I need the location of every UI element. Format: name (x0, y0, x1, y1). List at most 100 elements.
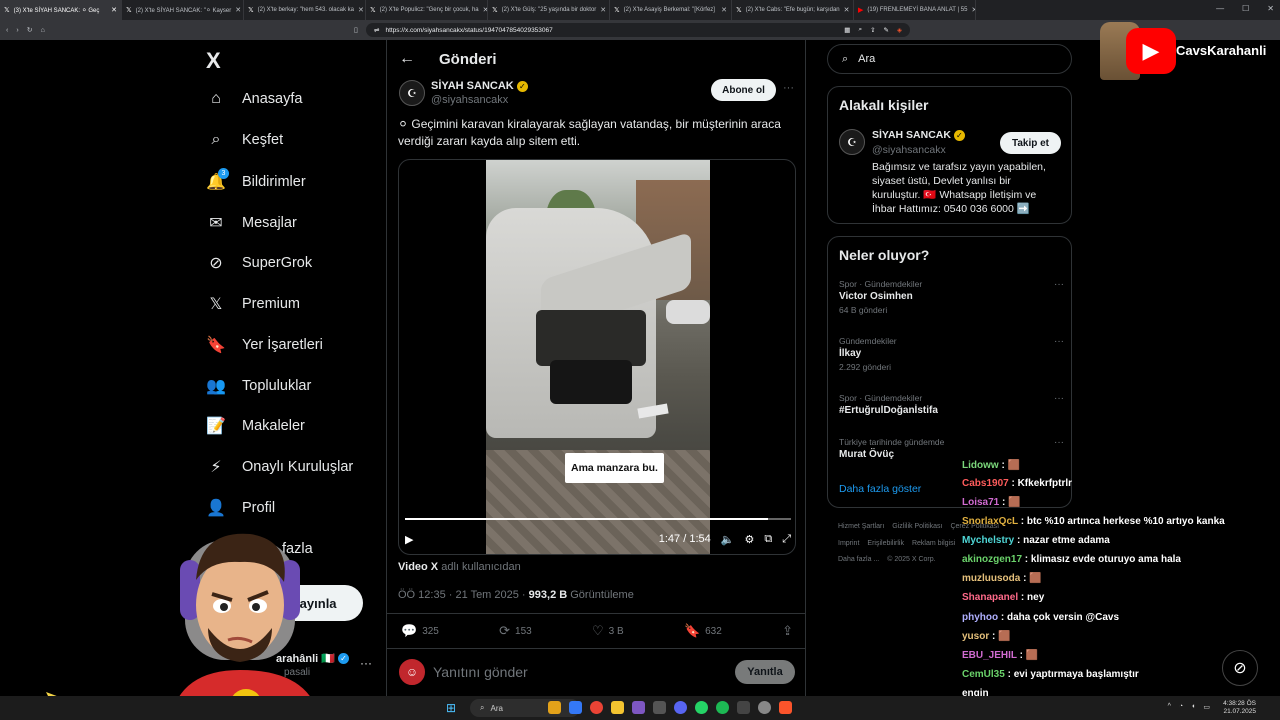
fullscreen-icon[interactable]: ⤢ (782, 533, 791, 546)
nav-item-keşfet[interactable]: ⌕ Keşfet (206, 131, 284, 149)
close-icon[interactable]: ✕ (235, 6, 241, 14)
browser-tab[interactable]: 𝕏 (2) X'te Populicz: "Genç bir çocuk, ha ✕ (366, 0, 488, 20)
url-field[interactable]: ⇌ https://x.com/siyahsancakx/status/1947… (366, 23, 910, 37)
brave-shield-icon[interactable]: ◈ (897, 26, 902, 34)
browser-tab[interactable]: 𝕏 (2) X'te Asayiş Berkemal: "[Körfez] ✕ (610, 0, 732, 20)
footer-link[interactable]: Gizlilik Politikası (892, 523, 942, 530)
app-icon[interactable] (632, 701, 645, 714)
repost-button[interactable]: ⟳ 153 (499, 623, 532, 639)
x-logo[interactable]: X (206, 48, 221, 74)
close-icon[interactable]: ✕ (721, 6, 727, 14)
trend-item[interactable]: Türkiye tarihinde gündemde Murat Övüç ··· (839, 437, 1064, 460)
nav-item-onaylı-kuruluşlar[interactable]: ⚡ Onaylı Kuruluşlar (206, 457, 353, 477)
nav-item-mesajlar[interactable]: ✉ Mesajlar (206, 213, 297, 233)
chat-username[interactable]: Mychelstry (962, 535, 1014, 546)
app-icon[interactable] (548, 701, 561, 714)
trend-more-icon[interactable]: ··· (1054, 336, 1064, 347)
chevron-up-icon[interactable]: ^ (1168, 703, 1171, 711)
trend-more-icon[interactable]: ··· (1054, 437, 1064, 448)
author-handle[interactable]: @siyahsancakx (431, 94, 508, 106)
minimize-icon[interactable]: — (1216, 4, 1224, 13)
spotify-icon[interactable] (716, 701, 729, 714)
chat-username[interactable]: phyhoo (962, 612, 998, 623)
zoom-icon[interactable]: ⌕ (858, 26, 862, 34)
chat-username[interactable]: SnorlaxQcL (962, 516, 1018, 527)
nav-item-anasayfa[interactable]: ⌂ Anasayfa (206, 90, 302, 108)
follow-button[interactable]: Takip et (1000, 132, 1061, 154)
chat-username[interactable]: yusor (962, 631, 989, 642)
grid-icon[interactable]: ▦ (844, 26, 850, 34)
bookmark-button[interactable]: 🔖 632 (684, 623, 722, 639)
video-progress-bar[interactable] (405, 518, 791, 520)
start-icon[interactable]: ⊞ (446, 701, 456, 715)
nav-item-topluluklar[interactable]: 👥 Topluluklar (206, 376, 311, 396)
author-avatar[interactable]: ☪ (399, 80, 425, 106)
battery-icon[interactable]: ▭ (1203, 703, 1210, 711)
chat-username[interactable]: EBU_JEHIL (962, 650, 1017, 661)
forward-icon[interactable]: › (16, 27, 18, 34)
related-avatar[interactable]: ☪ (839, 129, 865, 155)
close-icon[interactable]: ✕ (600, 6, 606, 14)
pip-icon[interactable]: ⧉ (764, 533, 772, 546)
browser-tab[interactable]: 𝕏 (2) X'te Cabs: "Efe bugün; karşıdan ✕ (732, 0, 854, 20)
footer-link[interactable]: Daha fazla ... (838, 556, 879, 563)
share-icon[interactable]: ⇪ (870, 26, 875, 34)
footer-link[interactable]: Imprint (838, 540, 859, 547)
site-info-icon[interactable]: ⇌ (374, 26, 379, 34)
chat-username[interactable]: Cabs1907 (962, 478, 1009, 489)
nav-item-yer-i-şaretleri[interactable]: 🔖 Yer İşaretleri (206, 335, 323, 355)
app-icon[interactable] (758, 701, 771, 714)
nav-item-bildirimler[interactable]: 🔔 3 Bildirimler (206, 168, 306, 192)
volume-icon[interactable]: 🔈 (721, 533, 735, 546)
reply-button[interactable]: 💬 325 (401, 623, 439, 639)
video-player[interactable]: Ama manzara bu. ▶ 1:47 / 1:54 🔈 ⚙ ⧉ ⤢ (398, 159, 796, 555)
folder-icon[interactable] (611, 701, 624, 714)
maximize-icon[interactable]: ☐ (1242, 4, 1249, 13)
reply-submit-button[interactable]: Yanıtla (735, 660, 795, 684)
trend-item[interactable]: Gündemdekiler İlkay 2.292 gönderi ··· (839, 336, 1064, 372)
chrome-icon[interactable] (590, 701, 603, 714)
trend-item[interactable]: Spor · Gündemdekiler #ErtuğrulDoğanİstifa… (839, 393, 1064, 416)
footer-link[interactable]: © 2025 X Corp. (887, 556, 935, 563)
wifi-icon[interactable]: ◔ (1179, 703, 1183, 711)
play-icon[interactable]: ▶ (405, 533, 413, 546)
browser-tab[interactable]: ▶(19) FRENLEMEYİ BANA ANLAT | 55✕ (854, 0, 976, 20)
chat-username[interactable]: akinozgen17 (962, 554, 1022, 565)
whatsapp-icon[interactable] (695, 701, 708, 714)
speaker-icon[interactable]: ◖ (1191, 703, 1195, 711)
close-icon[interactable]: ✕ (1267, 4, 1274, 13)
nav-item-makaleler[interactable]: 📝 Makaleler (206, 416, 305, 436)
settings-icon[interactable]: ⚙ (744, 533, 754, 546)
footer-link[interactable]: Erişilebilirlik (867, 540, 904, 547)
video-source-link[interactable]: Video X (398, 561, 438, 573)
bookmark-page-icon[interactable]: ▯ (354, 26, 358, 34)
reload-icon[interactable]: ↻ (27, 26, 33, 34)
author-name[interactable]: SİYAH SANCAK ✓ (431, 80, 528, 92)
back-icon[interactable]: ‹ (6, 27, 8, 34)
taskbar-clock[interactable]: 4:38:28 ÖS 21.07.2025 (1223, 700, 1256, 716)
chat-username[interactable]: CemUl35 (962, 669, 1005, 680)
nav-item-supergrok[interactable]: ⊘ SuperGrok (206, 253, 312, 273)
grok-fab-icon[interactable]: ⊘ (1222, 650, 1258, 686)
app-icon[interactable] (653, 701, 666, 714)
share-button[interactable]: ⇪ (782, 623, 793, 639)
close-icon[interactable]: ✕ (971, 6, 975, 14)
chat-username[interactable]: Loisa71 (962, 497, 999, 508)
close-icon[interactable]: ✕ (844, 6, 850, 14)
nav-item-profil[interactable]: 👤 Profil (206, 498, 275, 518)
trend-more-icon[interactable]: ··· (1054, 279, 1064, 290)
edit-icon[interactable]: ✎ (884, 26, 889, 34)
browser-tab[interactable]: 𝕏 (2) X'te Gülş: "25 yaşında bir doktor ✕ (488, 0, 610, 20)
discord-icon[interactable] (674, 701, 687, 714)
trend-item[interactable]: Spor · Gündemdekiler Victor Osimhen 64 B g… (839, 279, 1064, 315)
like-button[interactable]: ♡ 3 B (592, 623, 624, 639)
reply-input[interactable]: Yanıtını gönder (433, 664, 528, 680)
chat-username[interactable]: Lidoww (962, 460, 999, 471)
show-more-link[interactable]: Daha fazla göster (839, 483, 921, 495)
chat-username[interactable]: Shanapanel (962, 592, 1018, 603)
nav-item-premium[interactable]: 𝕏 Premium (206, 294, 300, 314)
browser-tab[interactable]: 𝕏 (3) X'te SİYAH SANCAK: ⚪ Geç ✕ (0, 0, 122, 20)
footer-link[interactable]: Reklam bilgisi (912, 540, 955, 547)
app-icon[interactable] (569, 701, 582, 714)
related-name[interactable]: SİYAH SANCAK ✓ (872, 129, 965, 141)
